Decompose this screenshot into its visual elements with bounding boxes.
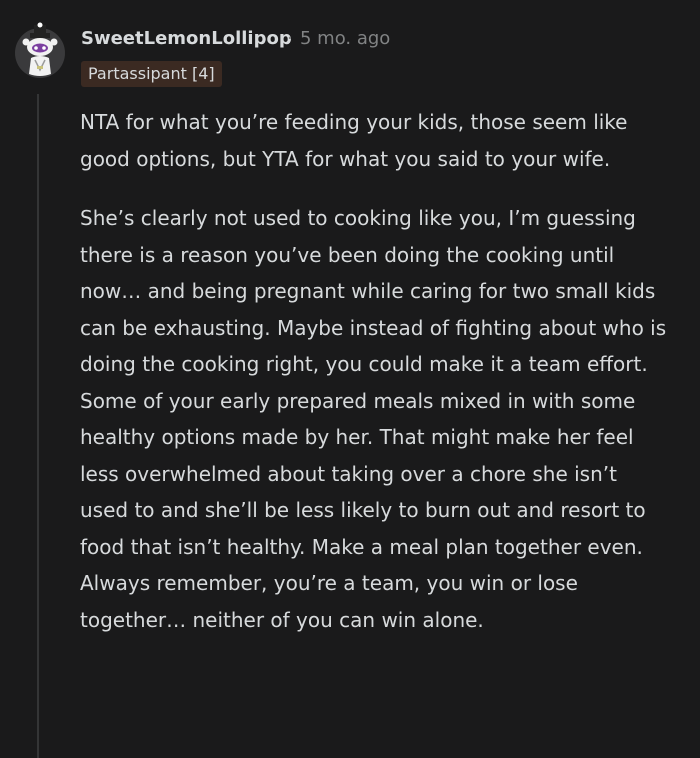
comment-body: NTA for what you’re feeding your kids, t…	[80, 104, 670, 638]
thread-line[interactable]	[37, 94, 39, 758]
meta-separator: ·	[287, 28, 293, 49]
comment-timestamp[interactable]: 5 mo. ago	[300, 28, 390, 49]
snoo-avatar-icon[interactable]	[15, 22, 65, 78]
user-flair: Partassipant [4]	[81, 61, 222, 87]
comment-author[interactable]: SweetLemonLollipop	[81, 28, 292, 49]
comment-paragraph: NTA for what you’re feeding your kids, t…	[80, 110, 628, 171]
comment-paragraph: She’s clearly not used to cooking like y…	[80, 206, 667, 632]
